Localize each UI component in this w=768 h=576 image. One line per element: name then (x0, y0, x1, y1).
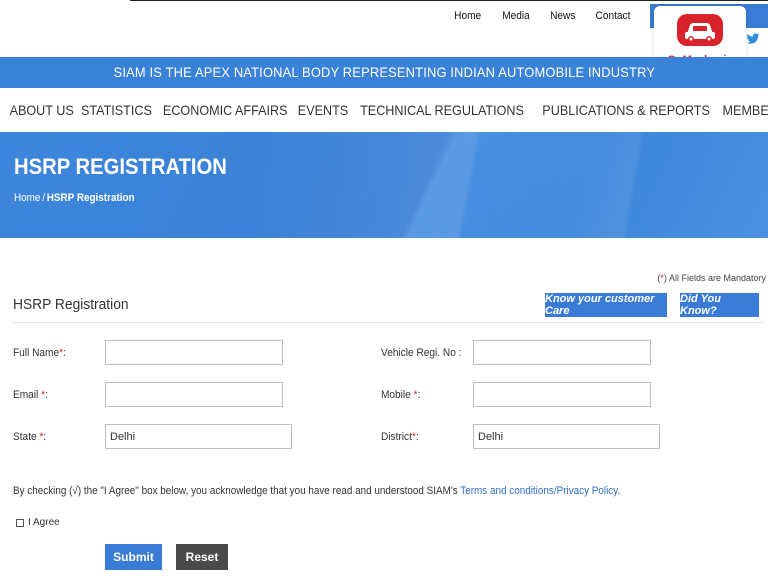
vehicle-reg-input[interactable] (473, 340, 651, 365)
email-label: Email *: (13, 389, 48, 401)
main-nav: ABOUT US STATISTICS ECONOMIC AFFAIRS EVE… (0, 88, 768, 132)
twitter-icon[interactable] (746, 32, 760, 46)
top-border-line (130, 0, 768, 1)
district-select[interactable] (473, 424, 660, 449)
nav-technical-regulations[interactable]: TECHNICAL REGULATIONS (360, 102, 524, 118)
banner-text: SIAM IS THE APEX NATIONAL BODY REPRESENT… (113, 64, 655, 80)
mandatory-note: (*) All Fields are Mandatory (657, 273, 766, 283)
full-name-input[interactable] (105, 340, 283, 365)
topnav-media-link[interactable]: Media (502, 10, 530, 22)
terms-link[interactable]: Terms and conditions/Privacy Policy (460, 485, 617, 497)
state-label: State *: (13, 431, 47, 443)
submit-button[interactable]: Submit (105, 544, 162, 570)
nav-statistics[interactable]: STATISTICS (81, 102, 152, 118)
nav-about-us[interactable]: ABOUT US (10, 102, 74, 118)
tagline-banner: SIAM IS THE APEX NATIONAL BODY REPRESENT… (0, 57, 768, 88)
email-input[interactable] (105, 382, 283, 407)
nav-members[interactable]: MEMBERS (722, 102, 768, 118)
full-name-label: Full Name*: (13, 347, 66, 359)
consent-text: By checking (√) the "I Agree" box below,… (13, 485, 621, 497)
breadcrumb-separator: / (42, 192, 45, 204)
district-label: District*: (381, 431, 419, 443)
did-you-know-button[interactable]: Did You Know? (680, 293, 759, 317)
breadcrumb-home[interactable]: Home (14, 192, 40, 204)
mobile-input[interactable] (473, 382, 651, 407)
mobile-label: Mobile *: (381, 389, 421, 401)
page-hero: HSRP REGISTRATION Home / HSRP Registrati… (0, 132, 768, 238)
hero-decoration (260, 132, 768, 238)
agree-checkbox[interactable] (16, 518, 24, 527)
topnav-news-link[interactable]: News (550, 10, 575, 22)
agree-row: I Agree (16, 517, 60, 528)
divider (13, 322, 765, 323)
breadcrumb-current: HSRP Registration (46, 192, 135, 204)
topnav-contact-link[interactable]: Contact (596, 10, 631, 22)
car-icon (677, 14, 723, 46)
breadcrumb: Home / HSRP Registration (14, 192, 135, 204)
nav-events[interactable]: EVENTS (297, 102, 347, 118)
customer-care-button[interactable]: Know your customer Care (545, 293, 667, 317)
nav-publications-reports[interactable]: PUBLICATIONS & REPORTS (542, 102, 710, 118)
form-title: HSRP Registration (13, 296, 129, 313)
page-title: HSRP REGISTRATION (14, 154, 227, 179)
agree-label: I Agree (28, 517, 60, 528)
state-select[interactable] (105, 424, 292, 449)
vehicle-reg-label: Vehicle Regi. No : (381, 347, 462, 359)
reset-button[interactable]: Reset (176, 544, 228, 570)
nav-economic-affairs[interactable]: ECONOMIC AFFAIRS (163, 102, 288, 118)
topnav-home-link[interactable]: Home (454, 10, 481, 22)
